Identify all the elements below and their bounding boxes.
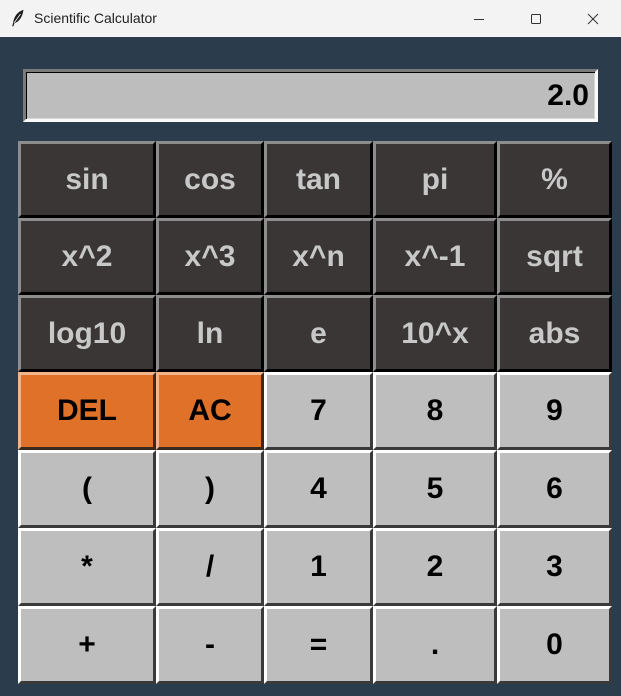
- 9-button[interactable]: 9: [497, 372, 612, 450]
- minimize-button[interactable]: [450, 0, 507, 37]
- pi-button[interactable]: pi: [373, 141, 497, 218]
- 8-button[interactable]: 8: [373, 372, 497, 450]
- sin-button[interactable]: sin: [18, 141, 156, 218]
- ten-power-button[interactable]: 10^x: [373, 295, 497, 372]
- percent-button[interactable]: %: [497, 141, 612, 218]
- log10-button[interactable]: log10: [18, 295, 156, 372]
- 7-button[interactable]: 7: [264, 372, 373, 450]
- cube-button[interactable]: x^3: [156, 218, 264, 295]
- equals-button[interactable]: =: [264, 606, 373, 684]
- reciprocal-button[interactable]: x^-1: [373, 218, 497, 295]
- keypad: sin cos tan pi% x^2 x^3 x^n x^-1 sqrt log10 ln e 10^…: [18, 141, 612, 687]
- 1-button[interactable]: 1: [264, 528, 373, 606]
- add-button[interactable]: +: [18, 606, 156, 684]
- 4-button[interactable]: 4: [264, 450, 373, 528]
- 0-button[interactable]: 0: [497, 606, 612, 684]
- 5-button[interactable]: 5: [373, 450, 497, 528]
- sqrt-button[interactable]: sqrt: [497, 218, 612, 295]
- 6-button[interactable]: 6: [497, 450, 612, 528]
- title-bar[interactable]: Scientific Calculator: [0, 0, 621, 37]
- feather-icon: [12, 9, 24, 27]
- power-button[interactable]: x^n: [264, 218, 373, 295]
- decimal-button[interactable]: .: [373, 606, 497, 684]
- maximize-button[interactable]: [507, 0, 564, 37]
- cos-button[interactable]: cos: [156, 141, 264, 218]
- window-title: Scientific Calculator: [34, 10, 157, 26]
- ln-button[interactable]: ln: [156, 295, 264, 372]
- minimize-icon: [473, 18, 484, 20]
- square-button[interactable]: x^2: [18, 218, 156, 295]
- calculator-window: Scientific Calculator 2.0 sin cos tan pi% x^…: [0, 0, 621, 696]
- display-value: 2.0: [547, 79, 589, 112]
- ac-button[interactable]: AC: [156, 372, 264, 450]
- maximize-icon: [530, 13, 541, 24]
- tan-button[interactable]: tan: [264, 141, 373, 218]
- close-icon: [587, 13, 598, 24]
- close-button[interactable]: [564, 0, 621, 37]
- multiply-button[interactable]: *: [18, 528, 156, 606]
- abs-button[interactable]: abs: [497, 295, 612, 372]
- divide-button[interactable]: /: [156, 528, 264, 606]
- 3-button[interactable]: 3: [497, 528, 612, 606]
- open-paren-button[interactable]: (: [18, 450, 156, 528]
- 2-button[interactable]: 2: [373, 528, 497, 606]
- del-button[interactable]: DEL: [18, 372, 156, 450]
- display-field[interactable]: 2.0: [23, 69, 598, 122]
- close-paren-button[interactable]: ): [156, 450, 264, 528]
- subtract-button[interactable]: -: [156, 606, 264, 684]
- e-button[interactable]: e: [264, 295, 373, 372]
